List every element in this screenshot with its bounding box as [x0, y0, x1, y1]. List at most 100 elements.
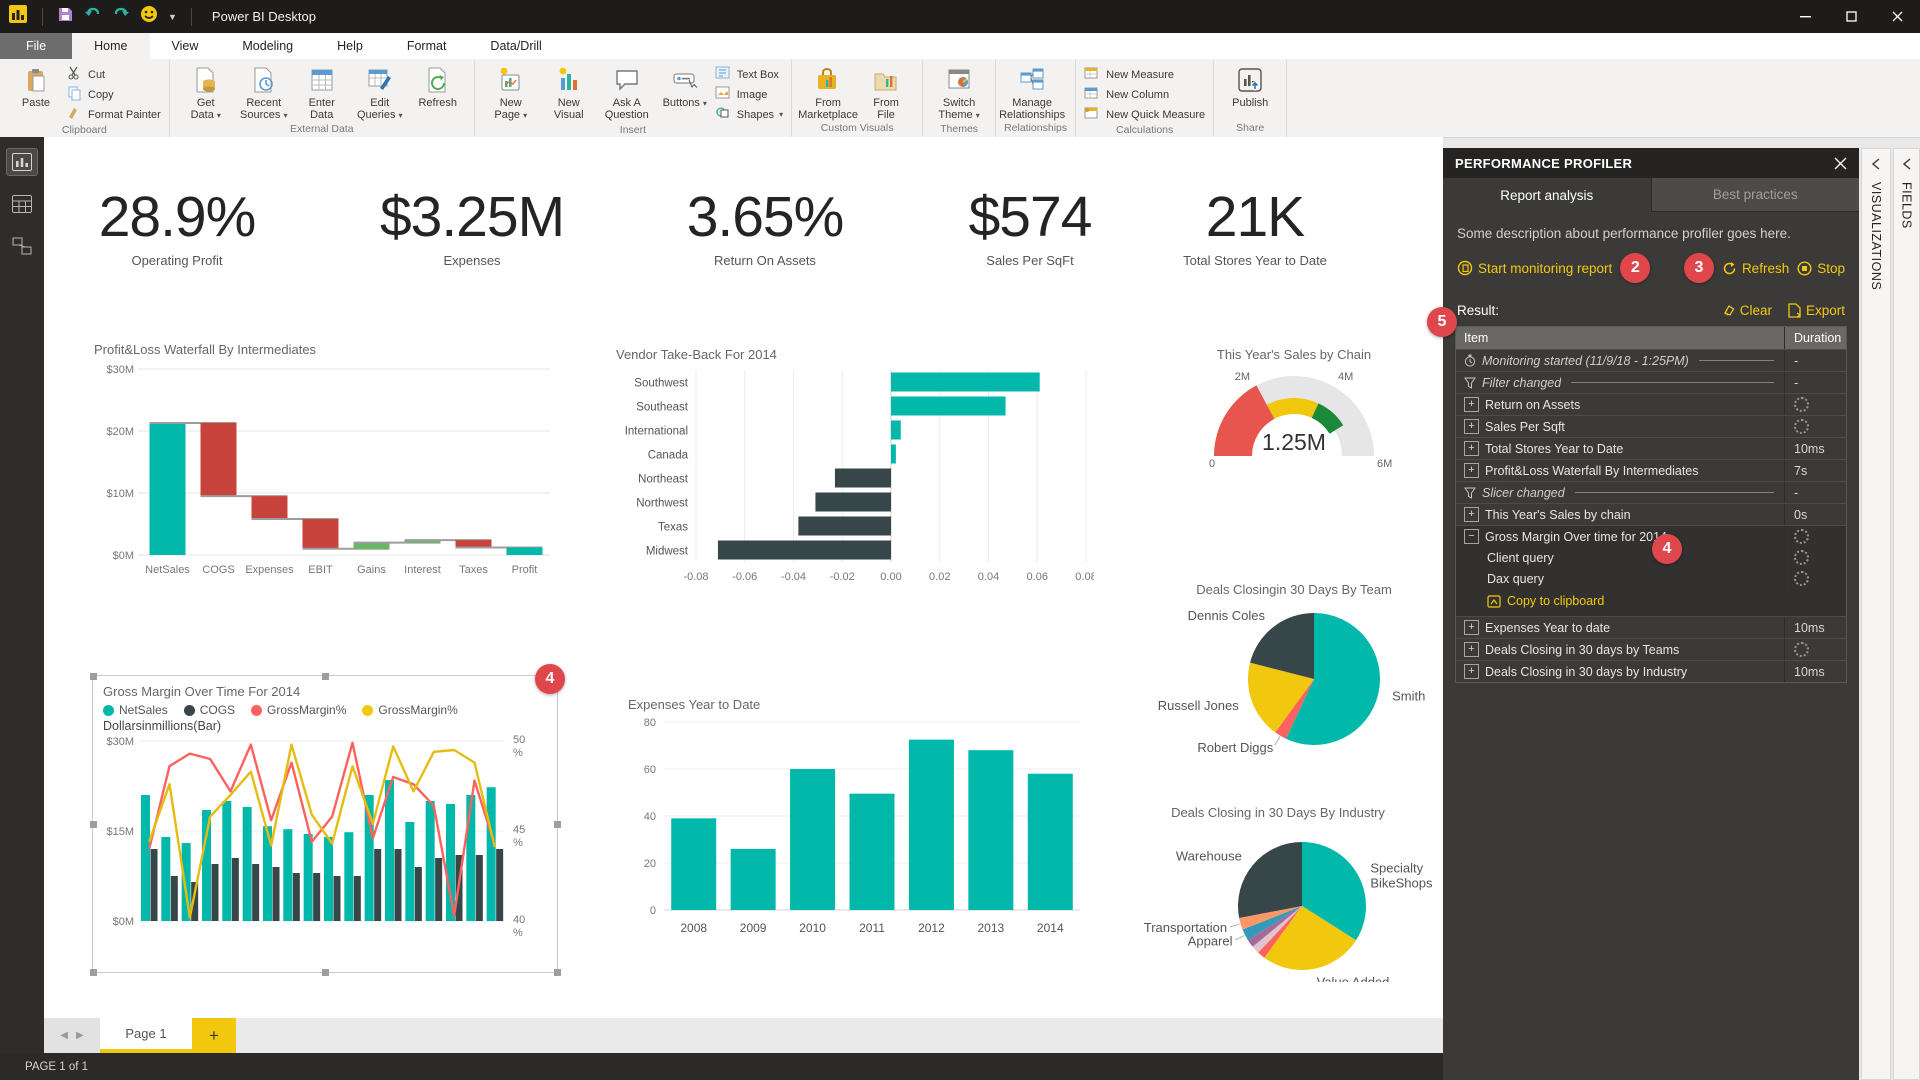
gauge-chart[interactable]: This Year's Sales by Chain1.25M2M4M06M	[1174, 347, 1414, 477]
buttons-button[interactable]: Buttons ▾	[657, 63, 713, 110]
data-view-button[interactable]	[7, 191, 37, 217]
shapes-button[interactable]: Shapes▾	[715, 106, 783, 123]
profiler-row[interactable]: +Total Stores Year to Date10ms	[1456, 437, 1846, 459]
profiler-row[interactable]: Slicer changed-	[1456, 481, 1846, 503]
quick-measure-button[interactable]: New Quick Measure	[1084, 106, 1205, 123]
profiler-row[interactable]: +Deals Closing in 30 days by Teams	[1456, 638, 1846, 660]
undo-icon[interactable]	[84, 6, 102, 27]
menu-tab-modeling[interactable]: Modeling	[220, 33, 315, 59]
text-box-button[interactable]: Text Box	[715, 66, 783, 83]
waterfall-chart[interactable]: Profit&Loss Waterfall By Intermediates$0…	[94, 342, 556, 594]
profiler-row[interactable]: +Sales Per Sqft	[1456, 415, 1846, 437]
profiler-row[interactable]: +Return on Assets	[1456, 393, 1846, 415]
resize-handle[interactable]	[554, 821, 561, 828]
new-measure-button[interactable]: New Measure	[1084, 66, 1205, 83]
column-chart[interactable]: Expenses Year to Date0204060802008200920…	[628, 697, 1090, 957]
expand-icon[interactable]: +	[1464, 397, 1479, 412]
menu-tab-home[interactable]: Home	[72, 33, 149, 59]
resize-handle[interactable]	[90, 673, 97, 680]
expand-icon[interactable]: +	[1464, 441, 1479, 456]
ask-question-button[interactable]: Ask A Question	[599, 63, 655, 121]
refresh-button[interactable]: Refresh	[1722, 261, 1789, 276]
expand-icon[interactable]: +	[1464, 642, 1479, 657]
menu-tab-view[interactable]: View	[150, 33, 221, 59]
profiler-row[interactable]: +Expenses Year to date10ms	[1456, 616, 1846, 638]
resize-handle[interactable]	[90, 821, 97, 828]
tornado-chart[interactable]: Vendor Take-Back For 2014-0.08-0.06-0.04…	[616, 347, 1094, 602]
get-data-button[interactable]: Get Data ▾	[178, 63, 234, 122]
profiler-row[interactable]: Filter changed-	[1456, 371, 1846, 393]
resize-handle[interactable]	[322, 969, 329, 976]
kpi-card-operating-profit[interactable]: 28.9%Operating Profit	[44, 185, 327, 268]
add-page-button[interactable]: +	[192, 1018, 236, 1053]
menu-tab-help[interactable]: Help	[315, 33, 385, 59]
fields-strip[interactable]: FIELDS	[1893, 148, 1920, 1080]
stop-button[interactable]: Stop	[1797, 261, 1845, 276]
pie-chart-team[interactable]: Deals Closingin 30 Days By TeamSmithRobe…	[1149, 582, 1439, 757]
new-page-button[interactable]: New Page ▾	[483, 63, 539, 122]
quickbar-caret-icon[interactable]: ▼	[168, 12, 177, 22]
expand-icon[interactable]: +	[1464, 664, 1479, 679]
collapse-icon[interactable]: −	[1464, 529, 1479, 544]
recent-sources-button[interactable]: Recent Sources ▾	[236, 63, 292, 122]
edit-queries-button[interactable]: Edit Queries ▾	[352, 63, 408, 122]
cut-button[interactable]: Cut	[66, 66, 161, 83]
menu-tab-file[interactable]: File	[0, 33, 72, 59]
minimize-button[interactable]	[1782, 0, 1828, 33]
resize-handle[interactable]	[90, 969, 97, 976]
export-button[interactable]: Export	[1788, 303, 1845, 318]
save-icon[interactable]	[57, 6, 74, 28]
new-visual-button[interactable]: New Visual	[541, 63, 597, 121]
visualizations-strip[interactable]: VISUALIZATIONS	[1861, 148, 1891, 1080]
publish-button[interactable]: Publish	[1222, 63, 1278, 109]
copy-button[interactable]: Copy	[66, 86, 161, 103]
tab-report-analysis[interactable]: Report analysis	[1443, 178, 1651, 212]
kpi-card-total-stores-year-to-date[interactable]: 21KTotal Stores Year to Date	[1105, 185, 1405, 268]
redo-icon[interactable]	[112, 6, 130, 27]
pie-chart-industry[interactable]: Deals Closing in 30 Days By IndustrySpec…	[1122, 805, 1434, 987]
enter-data-button[interactable]: Enter Data	[294, 63, 350, 121]
profiler-row[interactable]: −Gross Margin Over time for 2014	[1456, 526, 1846, 547]
refresh-button[interactable]: Refresh	[410, 63, 466, 109]
from-file-button[interactable]: From File	[858, 63, 914, 121]
clear-button[interactable]: Clear	[1720, 303, 1772, 318]
manage-relationships-button[interactable]: Manage Relationships	[1004, 63, 1060, 121]
model-view-button[interactable]	[7, 233, 37, 259]
page-tab[interactable]: Page 1	[100, 1018, 192, 1053]
switch-theme-button[interactable]: Switch Theme ▾	[931, 63, 987, 122]
new-column-button[interactable]: New Column	[1084, 86, 1205, 103]
kpi-card-return-on-assets[interactable]: 3.65%Return On Assets	[615, 185, 915, 268]
image-button[interactable]: Image	[715, 86, 783, 103]
expand-icon[interactable]: +	[1464, 419, 1479, 434]
close-icon[interactable]	[1834, 157, 1847, 170]
combo-chart[interactable]: Gross Margin Over Time For 2014NetSalesC…	[92, 675, 558, 973]
report-view-button[interactable]	[7, 149, 37, 175]
profiler-row-group[interactable]: −Gross Margin Over time for 2014Client q…	[1456, 525, 1846, 616]
resize-handle[interactable]	[554, 969, 561, 976]
paste-button[interactable]: Paste	[8, 63, 64, 109]
menu-tab-format[interactable]: Format	[385, 33, 469, 59]
profiler-row[interactable]: +This Year's Sales by chain0s	[1456, 503, 1846, 525]
page-nav-arrows[interactable]: ◀▶	[44, 1018, 100, 1053]
menu-tab-data-drill[interactable]: Data/Drill	[468, 33, 563, 59]
column-header-duration[interactable]: Duration	[1784, 327, 1846, 349]
start-monitoring-button[interactable]: Start monitoring report	[1457, 260, 1612, 276]
expand-icon[interactable]: +	[1464, 463, 1479, 478]
profiler-row[interactable]: Dax query	[1456, 568, 1846, 589]
profiler-row[interactable]: Monitoring started (11/9/18 - 1:25PM)-	[1456, 349, 1846, 371]
expand-icon[interactable]: +	[1464, 620, 1479, 635]
maximize-button[interactable]	[1828, 0, 1874, 33]
expand-icon[interactable]: +	[1464, 507, 1479, 522]
profiler-row[interactable]: Client query	[1456, 547, 1846, 568]
copy-to-clipboard-button[interactable]: Copy to clipboard	[1456, 589, 1846, 616]
smiley-icon[interactable]	[140, 5, 158, 28]
kpi-card-expenses[interactable]: $3.25MExpenses	[322, 185, 622, 268]
painter-button[interactable]: Format Painter	[66, 106, 161, 123]
marketplace-button[interactable]: From Marketplace	[800, 63, 856, 121]
profiler-row[interactable]: +Profit&Loss Waterfall By Intermediates7…	[1456, 459, 1846, 481]
report-canvas[interactable]: 28.9%Operating Profit$3.25MExpenses3.65%…	[44, 137, 1443, 1018]
tab-best-practices[interactable]: Best practices	[1651, 178, 1860, 212]
profiler-row[interactable]: +Deals Closing in 30 days by Industry10m…	[1456, 660, 1846, 682]
column-header-item[interactable]: Item	[1456, 331, 1784, 345]
close-button[interactable]	[1874, 0, 1920, 33]
